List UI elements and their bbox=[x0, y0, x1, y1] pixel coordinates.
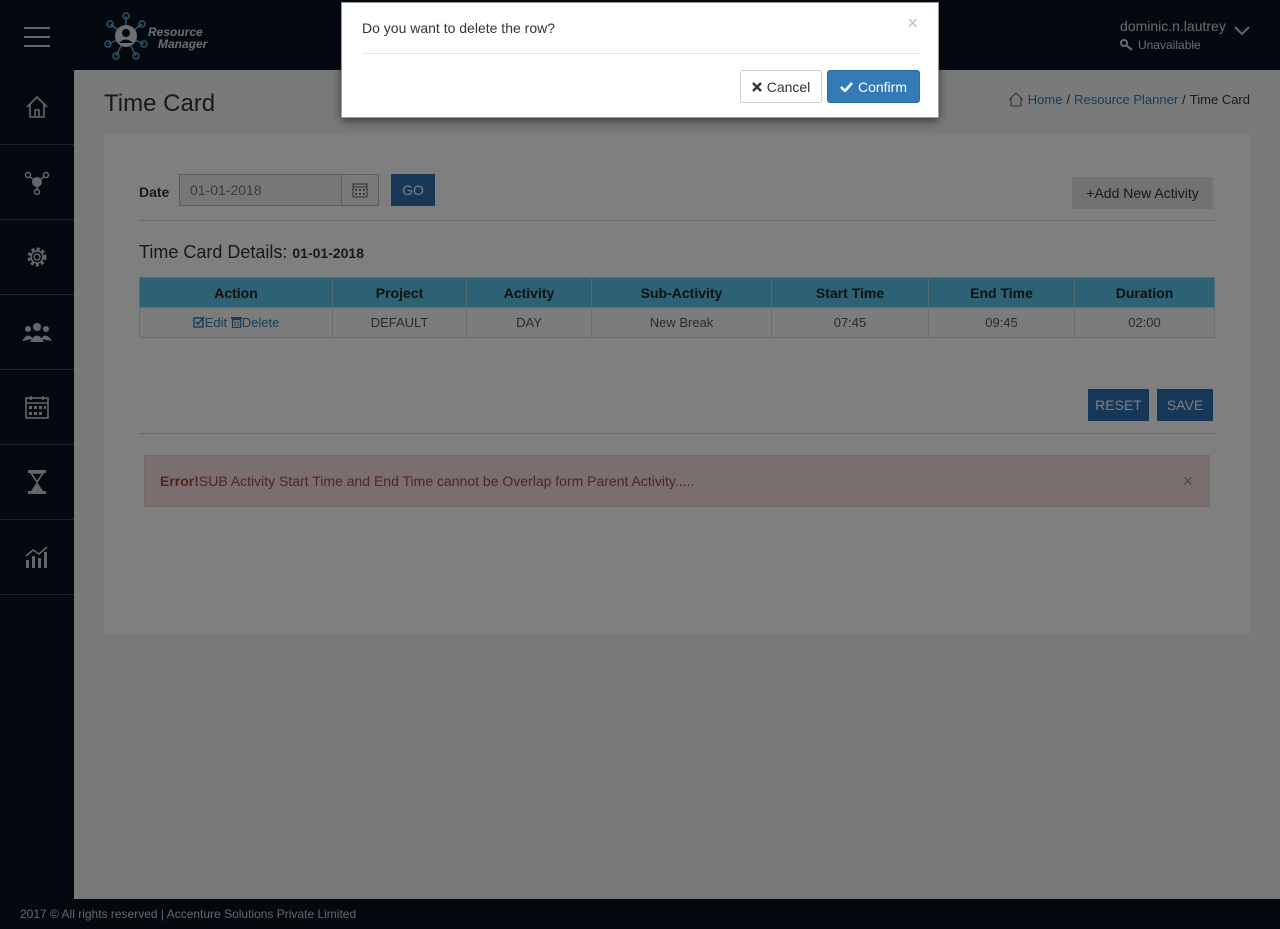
cancel-label: Cancel bbox=[766, 78, 811, 95]
modal-backdrop[interactable] bbox=[0, 0, 1280, 929]
close-icon[interactable]: × bbox=[907, 13, 918, 34]
check-icon bbox=[840, 81, 853, 92]
confirm-button[interactable]: Confirm bbox=[827, 70, 920, 103]
divider bbox=[362, 53, 920, 54]
close-icon bbox=[751, 81, 762, 92]
dialog-title: Do you want to delete the row? bbox=[362, 20, 556, 36]
confirm-label: Confirm bbox=[857, 78, 907, 95]
delete-confirm-dialog: Do you want to delete the row? × Cancel … bbox=[341, 2, 939, 118]
cancel-button[interactable]: Cancel bbox=[740, 70, 822, 103]
